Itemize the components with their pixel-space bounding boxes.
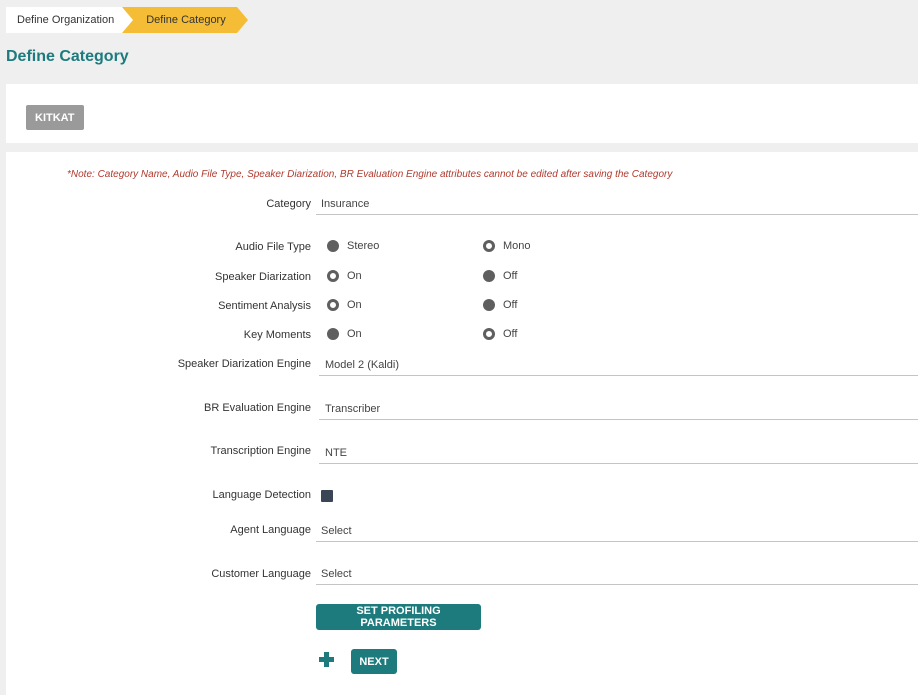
radio-selected-icon	[327, 270, 339, 282]
br-evaluation-engine-select[interactable]: Transcriber	[319, 400, 918, 420]
page-title: Define Category	[6, 48, 129, 65]
audio-mono-radio[interactable]: Mono	[483, 240, 531, 252]
radio-unselected-icon	[327, 240, 339, 252]
agent-language-label: Agent Language	[230, 524, 311, 536]
radio-selected-icon	[327, 299, 339, 311]
radio-unselected-icon	[483, 270, 495, 282]
key-moments-label: Key Moments	[243, 329, 311, 341]
radio-unselected-icon	[483, 299, 495, 311]
sentiment-analysis-on-label: On	[347, 299, 362, 311]
language-detection-checkbox[interactable]	[321, 490, 333, 502]
key-moments-on-label: On	[347, 328, 362, 340]
audio-mono-label: Mono	[503, 240, 531, 252]
sentiment-analysis-on-radio[interactable]: On	[327, 299, 362, 311]
sentiment-analysis-off-label: Off	[503, 299, 518, 311]
radio-selected-icon	[483, 240, 495, 252]
key-moments-on-radio[interactable]: On	[327, 328, 362, 340]
speaker-diarization-on-radio[interactable]: On	[327, 270, 362, 282]
set-profiling-parameters-button[interactable]: SET PROFILING PARAMETERS	[316, 604, 481, 630]
speaker-diarization-label: Speaker Diarization	[215, 271, 311, 283]
transcription-engine-select[interactable]: NTE	[319, 444, 918, 464]
audio-file-type-label: Audio File Type	[235, 241, 311, 253]
agent-language-select[interactable]: Select	[316, 522, 918, 542]
speaker-diarization-engine-select[interactable]: Model 2 (Kaldi)	[319, 356, 918, 376]
speaker-diarization-on-label: On	[347, 270, 362, 282]
category-input[interactable]: Insurance	[316, 195, 918, 215]
breadcrumb-define-organization[interactable]: Define Organization	[6, 7, 134, 33]
sentiment-analysis-label: Sentiment Analysis	[218, 300, 311, 312]
speaker-diarization-off-radio[interactable]: Off	[483, 270, 517, 282]
key-moments-off-radio[interactable]: Off	[483, 328, 517, 340]
customer-language-select[interactable]: Select	[316, 565, 918, 585]
audio-stereo-label: Stereo	[347, 240, 380, 252]
radio-selected-icon	[483, 328, 495, 340]
key-moments-off-label: Off	[503, 328, 518, 340]
sentiment-analysis-off-radio[interactable]: Off	[483, 299, 517, 311]
category-label: Category	[266, 198, 311, 210]
form-note: *Note: Category Name, Audio File Type, S…	[67, 169, 673, 180]
audio-stereo-radio[interactable]: Stereo	[327, 240, 379, 252]
speaker-diarization-off-label: Off	[503, 270, 518, 282]
organization-panel: KITKAT	[6, 84, 918, 143]
breadcrumb-define-category[interactable]: Define Category	[122, 7, 248, 33]
plus-icon[interactable]	[319, 652, 334, 667]
language-detection-label: Language Detection	[212, 489, 311, 501]
radio-unselected-icon	[327, 328, 339, 340]
customer-language-label: Customer Language	[211, 568, 311, 580]
breadcrumb: Define Organization Define Category	[6, 7, 248, 33]
speaker-diarization-engine-label: Speaker Diarization Engine	[177, 358, 311, 370]
transcription-engine-label: Transcription Engine	[210, 445, 311, 457]
next-button[interactable]: NEXT	[351, 649, 397, 674]
category-form: *Note: Category Name, Audio File Type, S…	[6, 152, 918, 695]
br-evaluation-engine-label: BR Evaluation Engine	[203, 402, 311, 414]
organization-button[interactable]: KITKAT	[26, 105, 84, 130]
